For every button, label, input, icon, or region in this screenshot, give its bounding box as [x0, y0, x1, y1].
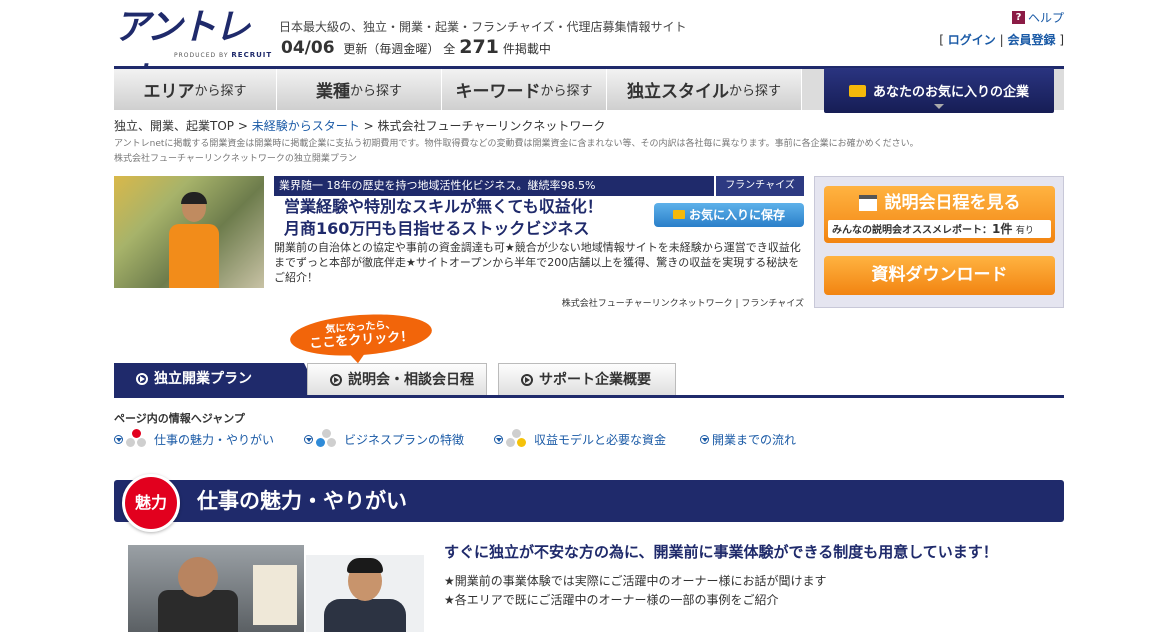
nav-style[interactable]: 独立スタイル から探す: [607, 69, 802, 110]
jump-link-business[interactable]: ビジネスプランの特徴: [304, 428, 464, 450]
breadcrumb: 独立、開業、起業TOP > 未経験からスタート > 株式会社フューチャーリンクネ…: [114, 119, 606, 133]
schedule-button[interactable]: 説明会日程を見る みんなの説明会オススメレポート：1件 有り: [824, 186, 1055, 243]
calendar-icon: [858, 195, 877, 211]
nav-keyword[interactable]: キーワード から探す: [442, 69, 607, 110]
help-label: ヘルプ: [1027, 11, 1064, 25]
section-header: 魅力 仕事の魅力・やりがい: [114, 474, 1064, 532]
arrow-down-icon: [700, 434, 709, 444]
register-link[interactable]: 会員登録: [1007, 33, 1055, 47]
logo-sub: PRODUCED BY RECRUIT: [174, 51, 273, 59]
breadcrumb-current: 株式会社フューチャーリンクネットワーク: [377, 119, 606, 133]
jump-link-flow[interactable]: 開業までの流れ: [700, 428, 796, 450]
notes: アントレnetに掲載する開業資金は開業時に掲載企業に支払う初期費用です。物件取得…: [114, 137, 919, 167]
total-count: 271: [459, 36, 499, 58]
staff-photo: [306, 555, 424, 632]
folder-icon: [848, 84, 866, 97]
site-tagline: 日本最大級の、独立・開業・起業・フランチャイズ・代理店募集情報サイト: [279, 20, 687, 34]
update-text: 更新（毎週金曜）: [343, 42, 440, 56]
total-prefix: 全: [443, 42, 456, 56]
action-panel: 説明会日程を見る みんなの説明会オススメレポート：1件 有り 資料ダウンロード: [814, 176, 1064, 308]
owner-photo: [128, 545, 304, 632]
page-tabs: 独立開業プラン 説明会・相談会日程 サポート企業概要: [114, 362, 1064, 398]
tab-plan[interactable]: 独立開業プラン: [114, 363, 320, 395]
bullet-item: ★各エリアで既にご活躍中のオーナー様の一部の事例をご紹介: [444, 593, 779, 607]
jump-link-appeal[interactable]: 仕事の魅力・やりがい: [114, 428, 274, 450]
auth-links: [ ログイン | 会員登録 ]: [939, 33, 1064, 47]
logo-main: アントレ: [114, 7, 251, 48]
jump-link-revenue[interactable]: 収益モデルと必要な資金: [494, 428, 666, 450]
click-here-bubble: 気になったら、 ここをクリック！: [288, 310, 434, 360]
company-photo: [114, 176, 264, 288]
play-icon: [521, 373, 533, 386]
save-favorite-button[interactable]: お気に入りに保存: [654, 203, 804, 227]
jump-title: ページ内の情報へジャンプ: [114, 412, 245, 425]
promo-bar: 業界随一 18年の歴史を持つ地域活性化ビジネス。継続率98.5% フランチャイズ: [274, 176, 804, 196]
promo-headline: 営業経験や特別なスキルが無くても収益化！ 月商160万円も目指せるストックビジネ…: [284, 197, 603, 238]
promo-company: 株式会社フューチャーリンクネットワーク | フランチャイズ: [561, 299, 804, 309]
tab-company[interactable]: サポート企業概要: [498, 363, 676, 395]
arrow-down-icon: [114, 434, 123, 444]
dots-icon: [316, 429, 338, 449]
play-icon: [330, 373, 342, 386]
content-bullets: ★開業前の事業体験では実際にご活躍中のオーナー様にお話が聞けます ★各エリアで既…: [444, 572, 827, 610]
update-info: 04/06 更新（毎週金曜） 全 271 件掲載中: [281, 36, 551, 58]
notes-plan-title: 株式会社フューチャーリンクネットワークの独立開業プラン: [114, 154, 357, 164]
nav-favorites[interactable]: あなたのお気に入りの企業: [824, 68, 1054, 113]
site-logo[interactable]: アントレnet PRODUCED BY RECRUIT: [114, 7, 273, 86]
update-date: 04/06: [281, 38, 335, 58]
dots-icon: [506, 429, 528, 449]
notes-disclaimer: アントレnetに掲載する開業資金は開業時に掲載企業に支払う初期費用です。物件取得…: [114, 139, 919, 149]
dots-icon: [126, 429, 148, 449]
help-icon: ?: [1011, 11, 1025, 24]
content-lead: すぐに独立が不安な方の為に、開業前に事業体験ができる制度も用意しています！: [444, 543, 998, 561]
tab-seminar[interactable]: 説明会・相談会日程: [307, 363, 487, 395]
nav-industry[interactable]: 業種 から探す: [277, 69, 442, 110]
arrow-down-icon: [494, 434, 503, 444]
breadcrumb-inexperienced[interactable]: 未経験からスタート: [252, 119, 360, 133]
breadcrumb-top[interactable]: 独立、開業、起業TOP: [114, 119, 234, 133]
bullet-item: ★開業前の事業体験では実際にご活躍中のオーナー様にお話が聞けます: [444, 574, 827, 588]
total-suffix: 件掲載中: [502, 42, 551, 56]
report-link[interactable]: みんなの説明会オススメレポート：1件 有り: [828, 220, 1051, 238]
global-nav: エリア から探す 業種 から探す キーワード から探す 独立スタイル から探す あなたの…: [114, 66, 1064, 113]
download-button[interactable]: 資料ダウンロード: [824, 256, 1055, 295]
section-badge: 魅力: [122, 474, 180, 532]
login-link[interactable]: ログイン: [948, 33, 996, 47]
help-link[interactable]: ? ヘルプ: [1011, 9, 1064, 26]
promo-description: 開業前の自治体との協定や事前の資金調達も可★競合が少ない地域情報サイトを未経験か…: [274, 241, 801, 284]
promo-kind: フランチャイズ: [714, 176, 804, 196]
section-title: 仕事の魅力・やりがい: [197, 489, 407, 513]
play-icon: [136, 373, 148, 385]
nav-area[interactable]: エリア から探す: [114, 69, 277, 110]
folder-icon: [672, 210, 685, 219]
arrow-down-icon: [304, 434, 313, 444]
caret-down-icon: [934, 104, 944, 109]
